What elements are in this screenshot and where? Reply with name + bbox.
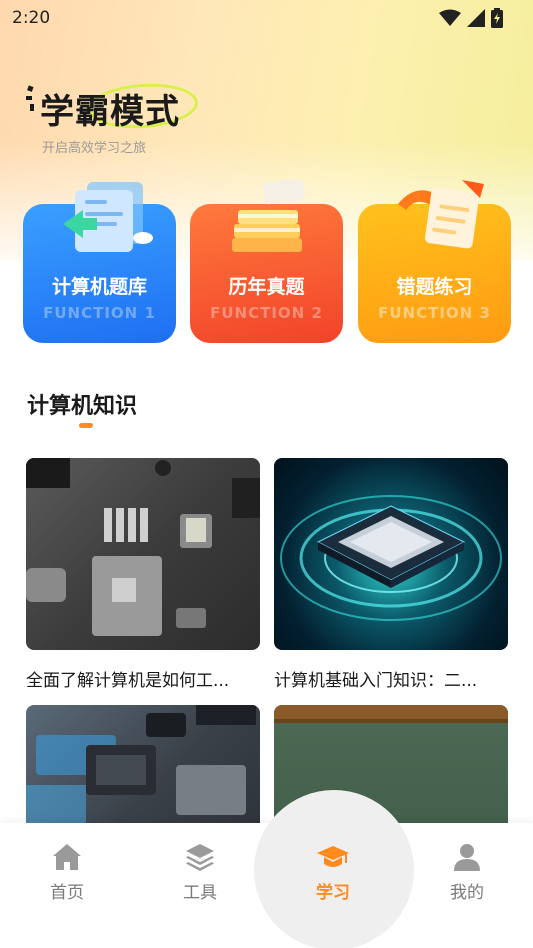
brand-subtitle: 开启高效学习之旅 xyxy=(42,141,147,156)
tab-profile[interactable]: 我的 xyxy=(417,842,517,903)
status-time: 2:20 xyxy=(12,8,51,28)
function-card-question-bank[interactable]: 计算机题库 FUNCTION 1 xyxy=(23,182,176,343)
card-title: 计算机题库 xyxy=(51,276,147,298)
status-bar: 2:20 xyxy=(0,0,533,36)
function-card-mistakes[interactable]: 错题练习 FUNCTION 3 xyxy=(358,180,511,343)
card-subtitle: FUNCTION 2 xyxy=(210,304,323,322)
tab-tools[interactable]: 工具 xyxy=(150,842,250,903)
brand-title: 学霸模式 xyxy=(40,92,180,132)
tab-label: 首页 xyxy=(50,883,84,903)
brand-logo: 学霸模式 xyxy=(26,80,226,136)
function-card-past-exams[interactable]: 历年真题 FUNCTION 2 xyxy=(190,180,343,343)
person-icon xyxy=(454,844,480,871)
tab-label: 我的 xyxy=(450,883,484,903)
document-stack-icon xyxy=(63,182,153,252)
books-icon xyxy=(232,180,305,252)
tab-study[interactable]: 学习 xyxy=(283,842,383,903)
status-icons xyxy=(439,8,503,28)
graduation-cap-icon xyxy=(317,846,349,867)
article-title: 计算机基础入门知识：二... xyxy=(274,671,478,691)
tab-label: 学习 xyxy=(316,883,350,903)
card-subtitle: FUNCTION 1 xyxy=(43,304,156,322)
article-image-motherboard xyxy=(26,458,260,650)
article-card[interactable]: 计算机基础入门知识：二... xyxy=(274,458,508,691)
battery-icon xyxy=(491,8,503,28)
article-title: 全面了解计算机是如何工... xyxy=(26,671,230,691)
article-image-chip xyxy=(274,458,508,650)
section-underline xyxy=(79,423,93,428)
function-cards: 计算机题库 FUNCTION 1 历年真题 FUNCTION 2 错题练习 FU… xyxy=(23,180,513,344)
tab-home[interactable]: 首页 xyxy=(17,842,117,903)
scroll-icon xyxy=(398,180,484,249)
card-subtitle: FUNCTION 3 xyxy=(378,304,491,322)
wifi-icon xyxy=(439,9,461,26)
signal-icon xyxy=(467,9,485,27)
article-card[interactable]: 全面了解计算机是如何工... xyxy=(26,458,260,691)
layers-icon xyxy=(186,844,214,871)
tab-label: 工具 xyxy=(183,883,217,903)
card-title: 历年真题 xyxy=(228,276,305,298)
section-title: 计算机知识 xyxy=(27,394,138,419)
home-icon xyxy=(53,844,81,870)
card-title: 错题练习 xyxy=(396,276,473,298)
